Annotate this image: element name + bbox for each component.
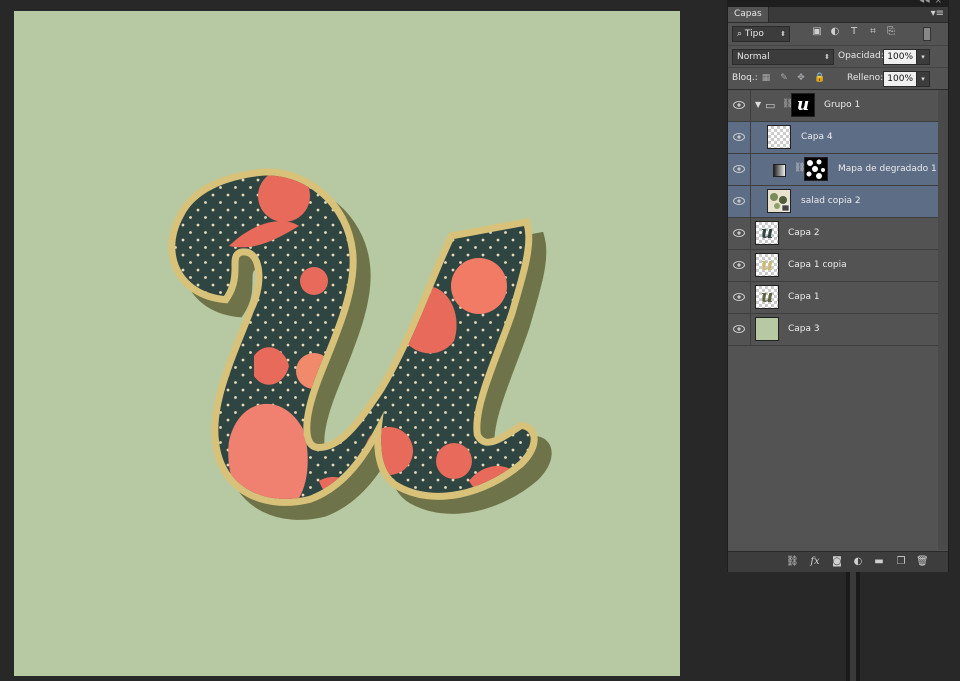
mask-icon[interactable]: ◙ [831, 556, 843, 568]
fx-icon[interactable]: fx [809, 556, 821, 568]
layer-thumbnail: u [755, 221, 779, 245]
document-canvas[interactable] [14, 11, 680, 676]
lock-all-icon[interactable]: 🔒 [814, 73, 825, 83]
opacity-label: Opacidad: [838, 51, 884, 61]
layers-panel: Capas ▾≡ ⌕ Tipo ⬍ ▣ ◐ T ⌗ ⎘ Normal ⬍ Opa… [727, 6, 949, 572]
lock-label: Bloq.: [732, 73, 758, 83]
new-layer-icon[interactable]: ❐ [895, 556, 907, 568]
lock-position-icon[interactable]: ✥ [796, 73, 806, 83]
layer-thumbnail: u [755, 253, 779, 277]
visibility-toggle[interactable] [728, 250, 751, 281]
panel-header: Capas ▾≡ [728, 7, 948, 23]
letter-u-artwork [14, 11, 680, 676]
layer-thumbnail [755, 317, 779, 341]
mask-pattern [806, 159, 825, 179]
panel-menu-icon[interactable]: ▾≡ [931, 8, 944, 20]
opacity-input[interactable]: 100% [883, 49, 917, 65]
layer-row-capa-1[interactable]: u Capa 1 [728, 282, 938, 314]
eye-icon [733, 133, 745, 141]
fill-label: Relleno: [847, 73, 884, 83]
visibility-toggle[interactable] [728, 186, 751, 217]
eye-icon [733, 293, 745, 301]
visibility-toggle[interactable] [728, 154, 751, 185]
eye-icon [733, 197, 745, 205]
layer-name: Capa 1 copia [788, 260, 847, 270]
layer-thumbnail: u [755, 285, 779, 309]
layer-name: Grupo 1 [824, 100, 861, 110]
panel-footer-toolbar: ⛓ fx ◙ ◐ ▬ ❐ 🗑 [728, 551, 948, 572]
search-icon: ⌕ [737, 29, 745, 39]
layer-thumbnail [767, 189, 791, 213]
lock-pixels-icon[interactable]: ✎ [779, 73, 789, 83]
eye-icon [733, 101, 745, 109]
lock-row: Bloq.: ▦ ✎ ✥ 🔒 Relleno: 100% ▾ [728, 67, 948, 90]
eye-icon [733, 229, 745, 237]
expand-triangle-icon[interactable]: ▼ [755, 100, 761, 109]
layer-name: Capa 1 [788, 292, 820, 302]
lock-transparency-icon[interactable]: ▦ [761, 73, 771, 83]
select-arrow-icon: ⬍ [780, 30, 786, 38]
smart-object-filter-icon[interactable]: ⎘ [886, 27, 896, 37]
blend-mode-value: Normal [737, 52, 770, 62]
fill-dropdown-icon[interactable]: ▾ [916, 71, 930, 87]
trash-icon[interactable]: 🗑 [916, 556, 929, 568]
filter-toggle-switch[interactable] [923, 27, 931, 41]
visibility-toggle[interactable] [728, 90, 751, 121]
layer-name: Capa 4 [801, 132, 833, 142]
vertical-scrollbar[interactable] [846, 572, 860, 681]
visibility-toggle[interactable] [728, 122, 751, 153]
adjustment-filter-icon[interactable]: ◐ [830, 27, 840, 37]
blend-row: Normal ⬍ Opacidad: 100% ▾ [728, 45, 948, 68]
visibility-toggle[interactable] [728, 282, 751, 313]
opacity-dropdown-icon[interactable]: ▾ [916, 49, 930, 65]
link-layers-icon[interactable]: ⛓ [786, 556, 799, 568]
layer-row-capa-2[interactable]: u Capa 2 [728, 218, 938, 250]
layer-row-capa-4[interactable]: Capa 4 [728, 122, 938, 154]
shape-filter-icon[interactable]: ⌗ [868, 27, 878, 37]
filter-row: ⌕ Tipo ⬍ ▣ ◐ T ⌗ ⎘ [728, 23, 948, 46]
layer-row-capa-3[interactable]: Capa 3 [728, 314, 938, 346]
visibility-toggle[interactable] [728, 218, 751, 249]
mask-thumbnail[interactable] [804, 157, 828, 181]
new-group-icon[interactable]: ▬ [873, 556, 885, 568]
salad-thumb-pattern [770, 193, 790, 212]
layer-name: Mapa de degradado 1 [838, 164, 937, 174]
filter-kind-value: Tipo [744, 29, 764, 39]
canvas-area[interactable] [0, 0, 725, 681]
layer-thumbnail: u [791, 93, 815, 117]
select-arrow-icon: ⬍ [824, 53, 830, 61]
layer-thumbnail [767, 125, 791, 149]
type-filter-icon[interactable]: T [849, 27, 859, 37]
eye-icon [733, 325, 745, 333]
layers-list: ▼ ▭ ⛓ u Grupo 1 Capa 4 ⛓ Mapa de degrada… [728, 90, 938, 346]
layer-row-mapa-de-degradado-1[interactable]: ⛓ Mapa de degradado 1 [728, 154, 938, 186]
layer-name: Capa 2 [788, 228, 820, 238]
tab-capas[interactable]: Capas [728, 7, 769, 22]
blend-mode-select[interactable]: Normal ⬍ [732, 49, 834, 65]
folder-icon: ▭ [765, 99, 776, 112]
layer-row-grupo-1[interactable]: ▼ ▭ ⛓ u Grupo 1 [728, 90, 938, 122]
layer-name: salad copia 2 [801, 196, 861, 206]
layer-row-salad-copia-2[interactable]: salad copia 2 [728, 186, 938, 218]
visibility-toggle[interactable] [728, 314, 751, 345]
filter-kind-select[interactable]: ⌕ Tipo ⬍ [732, 26, 790, 42]
fill-input[interactable]: 100% [883, 71, 917, 87]
gradient-map-icon [773, 164, 786, 177]
layers-scrollbar[interactable] [938, 90, 948, 550]
eye-icon [733, 165, 745, 173]
image-filter-icon[interactable]: ▣ [812, 27, 822, 37]
adjustment-layer-icon[interactable]: ◐ [852, 556, 864, 568]
layer-name: Capa 3 [788, 324, 820, 334]
eye-icon [733, 261, 745, 269]
layer-row-capa-1-copia[interactable]: u Capa 1 copia [728, 250, 938, 282]
